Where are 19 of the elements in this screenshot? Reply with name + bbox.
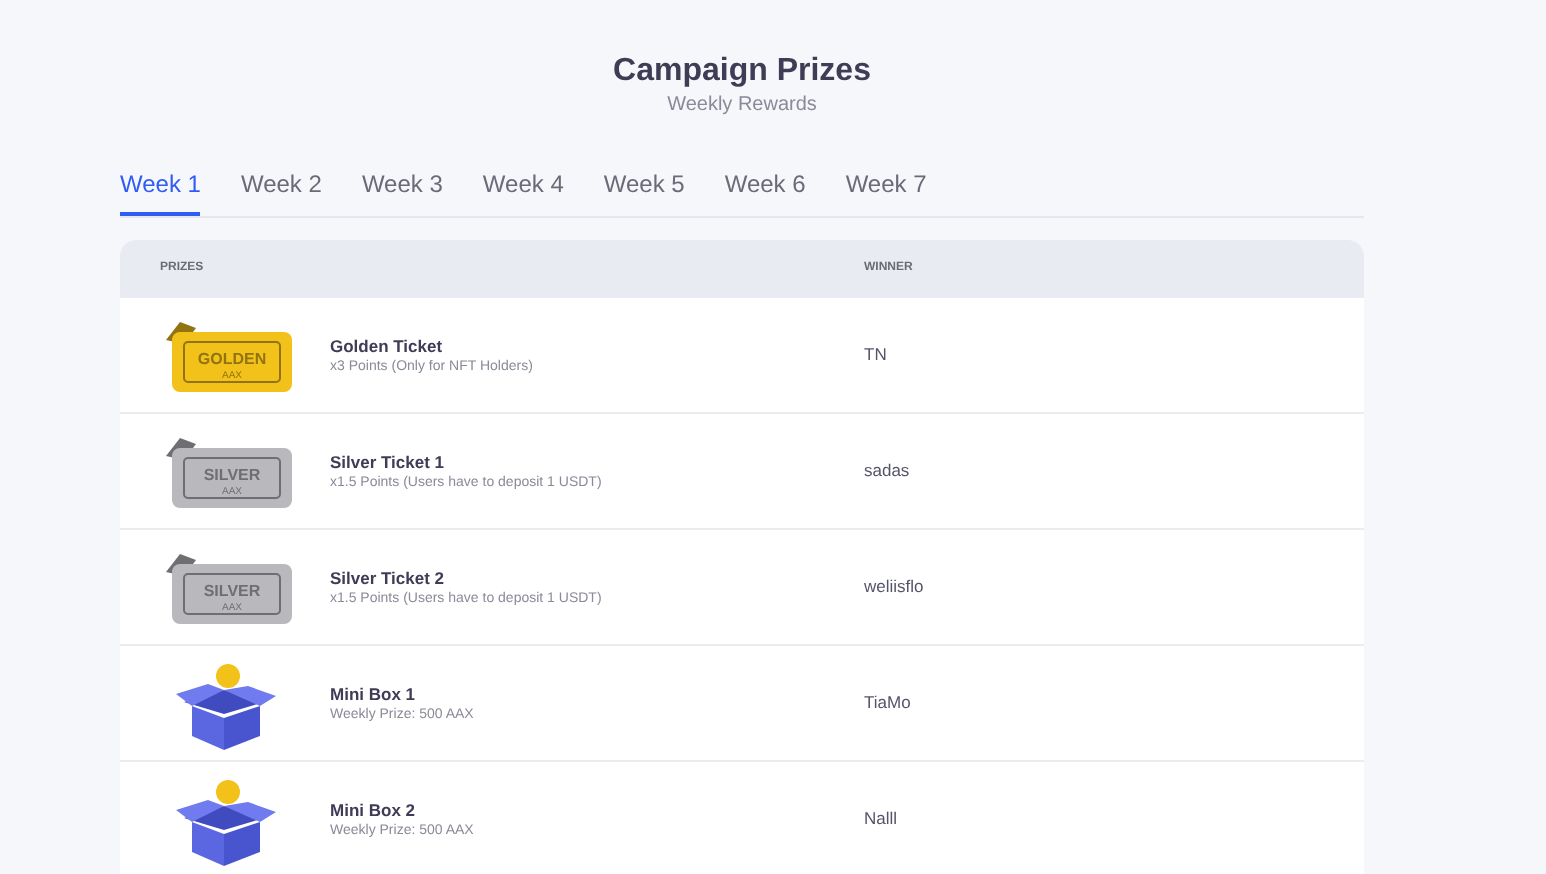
prize-name: Silver Ticket 2 xyxy=(330,565,447,589)
week-tab[interactable]: Week 1 xyxy=(120,160,201,216)
winner-name: Nalll xyxy=(864,806,898,832)
week-tab[interactable]: Week 2 xyxy=(240,160,322,216)
winner-name: weliisflo xyxy=(864,574,924,600)
week-tab[interactable]: Week 4 xyxy=(482,160,564,216)
week-tab[interactable]: Week 6 xyxy=(724,160,806,216)
week-tab[interactable]: Week 5 xyxy=(603,160,685,216)
page-subtitle: Weekly Rewards xyxy=(665,92,819,120)
winner-name: sadas xyxy=(864,458,910,484)
winner-name: TiaMo xyxy=(864,690,911,716)
prize-name: Mini Box 1 xyxy=(330,681,418,705)
prize-name: Golden Ticket xyxy=(330,333,445,357)
page-title: Campaign Prizes xyxy=(611,52,873,92)
prize-name: Silver Ticket 1 xyxy=(330,449,447,473)
week-tab[interactable]: Week 3 xyxy=(361,160,443,216)
winner-name: TN xyxy=(864,342,887,368)
week-tab[interactable]: Week 7 xyxy=(845,160,927,216)
prize-name: Mini Box 2 xyxy=(330,797,418,821)
